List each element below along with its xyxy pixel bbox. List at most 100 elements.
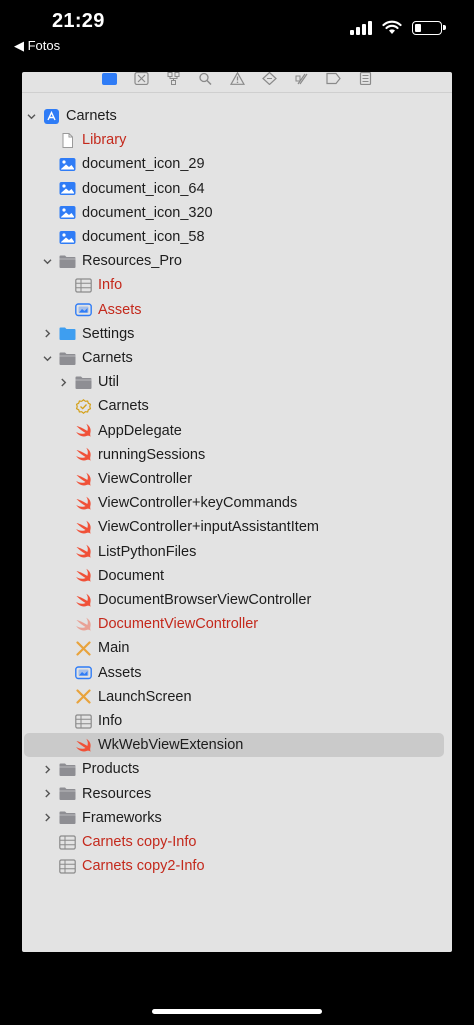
swift-icon [74, 519, 92, 535]
tree-file-item[interactable]: DocumentBrowserViewController [24, 588, 444, 612]
tree-file-item[interactable]: Info [24, 273, 444, 297]
cellular-signal-icon [350, 20, 372, 35]
assets-icon [74, 665, 92, 681]
folder-icon[interactable] [100, 72, 118, 86]
tree-group-item[interactable]: Products [24, 757, 444, 781]
swift-icon [74, 471, 92, 487]
tree-group-item[interactable]: Util [24, 370, 444, 394]
app-project-icon [42, 108, 60, 124]
tree-file-item[interactable]: ViewController+inputAssistantItem [24, 515, 444, 539]
tree-group-item[interactable]: Frameworks [24, 806, 444, 830]
swift-faded-icon [74, 616, 92, 632]
tree-group-item[interactable]: Settings [24, 322, 444, 346]
chevron-down-icon[interactable] [24, 109, 38, 123]
image-icon [58, 205, 76, 221]
tree-item-label: LaunchScreen [98, 688, 192, 705]
tree-group-item[interactable]: Carnets [24, 104, 444, 128]
debug-icon[interactable] [292, 72, 310, 86]
plist-icon [74, 277, 92, 293]
swift-icon [74, 568, 92, 584]
chevron-right-icon[interactable] [40, 787, 54, 801]
chevron-right-icon[interactable] [56, 375, 70, 389]
chevron-down-icon[interactable] [40, 254, 54, 268]
tree-item-label: Info [98, 277, 123, 294]
folder-gray-icon [74, 374, 92, 390]
breakpoint-icon[interactable] [324, 72, 342, 86]
chevron-right-icon[interactable] [40, 327, 54, 341]
search-icon[interactable] [196, 72, 214, 86]
tree-file-item[interactable]: document_icon_320 [24, 201, 444, 225]
tree-file-item[interactable]: WkWebViewExtension [24, 733, 444, 758]
chevron-down-icon[interactable] [40, 351, 54, 365]
folder-gray-icon [58, 350, 76, 366]
tree-file-item[interactable]: LaunchScreen [24, 685, 444, 709]
tree-item-label: ViewController+keyCommands [98, 495, 298, 512]
test-icon[interactable] [260, 72, 278, 86]
home-indicator[interactable] [152, 1009, 322, 1014]
plist-icon [74, 713, 92, 729]
source-control-icon[interactable] [132, 72, 150, 86]
folder-gray-icon [58, 761, 76, 777]
tree-item-label: runningSessions [98, 446, 206, 463]
navigator-toolbar [22, 72, 452, 93]
image-icon [58, 229, 76, 245]
tree-file-item[interactable]: Assets [24, 298, 444, 322]
tree-file-item[interactable]: Carnets copy-Info [24, 830, 444, 854]
report-icon[interactable] [356, 72, 374, 86]
folder-gray-icon [58, 786, 76, 802]
swift-icon [74, 495, 92, 511]
status-time: 21:29 [52, 10, 105, 32]
tree-file-item[interactable]: Main [24, 636, 444, 660]
tree-file-item[interactable]: document_icon_29 [24, 152, 444, 176]
tree-group-item[interactable]: Resources [24, 782, 444, 806]
tree-item-label: Carnets copy2-Info [82, 858, 205, 875]
tree-group-item[interactable]: Carnets [24, 346, 444, 370]
tree-file-item[interactable]: Library [24, 128, 444, 152]
tree-item-label: document_icon_64 [82, 180, 205, 197]
hierarchy-icon[interactable] [164, 72, 182, 86]
tree-item-label: Frameworks [82, 809, 162, 826]
warning-icon[interactable] [228, 72, 246, 86]
tree-file-item[interactable]: ListPythonFiles [24, 540, 444, 564]
project-navigator: Carnets Library document_icon_29 document_i… [22, 72, 452, 952]
tree-item-label: Document [98, 567, 165, 584]
tree-file-item[interactable]: Carnets copy2-Info [24, 854, 444, 878]
tree-file-item[interactable]: document_icon_64 [24, 177, 444, 201]
assets-icon [74, 302, 92, 318]
chevron-right-icon[interactable] [40, 811, 54, 825]
tree-group-item[interactable]: Resources_Pro [24, 249, 444, 273]
tree-file-item[interactable]: document_icon_58 [24, 225, 444, 249]
tree-file-item[interactable]: DocumentViewController [24, 612, 444, 636]
tree-file-item[interactable]: AppDelegate [24, 419, 444, 443]
tree-file-item[interactable]: Info [24, 709, 444, 733]
tree-file-item[interactable]: ViewController+keyCommands [24, 491, 444, 515]
tree-item-label: document_icon_29 [82, 156, 205, 173]
image-icon [58, 156, 76, 172]
tree-item-label: Settings [82, 325, 135, 342]
plist-icon [58, 834, 76, 850]
folder-blue-icon [58, 326, 76, 342]
back-to-photos-link[interactable]: ◀ Fotos [14, 38, 60, 54]
tree-file-item[interactable]: Assets [24, 661, 444, 685]
folder-gray-icon [58, 253, 76, 269]
tree-file-item[interactable]: Carnets [24, 394, 444, 418]
tree-file-item[interactable]: runningSessions [24, 443, 444, 467]
tree-item-label: Info [98, 713, 123, 729]
tree-file-item[interactable]: ViewController [24, 467, 444, 491]
chevron-right-icon[interactable] [40, 762, 54, 776]
tree-file-item[interactable]: Document [24, 564, 444, 588]
